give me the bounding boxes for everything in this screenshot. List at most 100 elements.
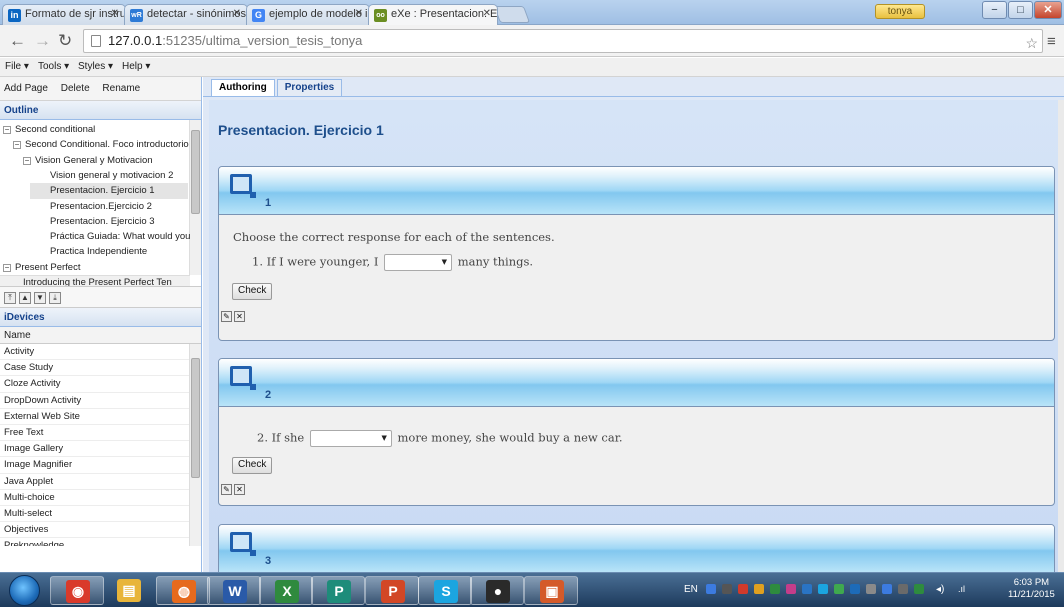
close-icon[interactable]: ✕	[355, 8, 363, 19]
volume-icon[interactable]: ◂)	[936, 584, 944, 595]
taskbar-app-explorer[interactable]: ▤	[102, 576, 156, 605]
browser-tab-3[interactable]: G ejemplo de modelo instru ✕	[246, 4, 370, 25]
tray-icon[interactable]	[770, 584, 780, 594]
check-button[interactable]: Check	[232, 283, 273, 300]
taskbar-app-powerpoint[interactable]: P	[365, 576, 419, 605]
tray-icon[interactable]	[754, 584, 764, 594]
idevice-list-item[interactable]: Image Gallery	[0, 441, 201, 458]
outline-item[interactable]: − Second Conditional. Foco introductorio	[13, 137, 189, 153]
idevice-list-item[interactable]: DropDown Activity	[0, 393, 201, 409]
idevice-list-item[interactable]: Multi-select	[0, 506, 201, 523]
user-badge[interactable]: tonya	[875, 4, 925, 19]
window-close-button[interactable]: ✕	[1034, 1, 1062, 19]
delete-icon[interactable]: ✕	[234, 484, 245, 495]
taskbar-app-skype[interactable]: S	[418, 576, 472, 605]
close-icon[interactable]: ✕	[233, 8, 241, 19]
taskbar-app-word[interactable]: W	[207, 576, 261, 605]
outline-item[interactable]: Práctica Guiada: What would you	[50, 229, 190, 245]
browser-tab-4[interactable]: oo eXe : Presentacion. Ejercic ✕	[368, 4, 498, 25]
outline-item[interactable]: Presentacion.Ejercicio 2	[50, 199, 152, 215]
outline-scrollbar[interactable]	[189, 120, 201, 275]
minimize-button[interactable]: −	[982, 1, 1007, 19]
taskbar-app-excel[interactable]: X	[259, 576, 313, 605]
browser-tab-2[interactable]: wR detectar - sinónimos y ant ✕	[124, 4, 248, 25]
move-up-icon[interactable]: ▲	[19, 292, 31, 304]
edit-icon[interactable]: ✎	[221, 311, 232, 322]
tray-icon[interactable]	[882, 584, 892, 594]
tray-icon[interactable]	[834, 584, 844, 594]
tray-icon[interactable]	[850, 584, 860, 594]
idevice-list-item[interactable]: Java Applet	[0, 474, 201, 490]
move-down-icon[interactable]: ▼	[34, 292, 46, 304]
close-icon[interactable]: ✕	[483, 8, 491, 19]
outline-item[interactable]: − Second conditional	[3, 122, 95, 138]
outline-item[interactable]: Introducing the Present Perfect Ten	[23, 275, 172, 286]
outline-item[interactable]: Presentacion. Ejercicio 3	[50, 214, 155, 230]
forward-arrow-icon[interactable]: →	[34, 31, 51, 51]
bookmark-star-icon[interactable]: ☆	[1025, 32, 1038, 54]
idevice-list-item[interactable]: External Web Site	[0, 409, 201, 425]
reload-icon[interactable]: ↻	[58, 31, 72, 51]
idevice-list-item[interactable]: Image Magnifier	[0, 457, 201, 474]
start-button[interactable]	[9, 575, 40, 606]
idevices-column-name[interactable]: Name	[0, 327, 201, 344]
tab-authoring[interactable]: Authoring	[211, 79, 275, 96]
idevice-list-item[interactable]: Cloze Activity	[0, 376, 201, 393]
menu-file[interactable]: File ▾	[5, 61, 29, 72]
close-icon[interactable]: ✕	[111, 8, 119, 19]
delete-icon[interactable]: ✕	[234, 311, 245, 322]
idevice-list-item[interactable]: Objectives	[0, 522, 201, 539]
move-top-icon[interactable]: ⤒	[4, 292, 16, 304]
outline-item[interactable]: Presentacion. Ejercicio 1	[30, 183, 188, 200]
taskbar-app-firefox[interactable]: ◍	[156, 576, 210, 605]
menu-help[interactable]: Help ▾	[122, 61, 150, 72]
tray-icon[interactable]	[786, 584, 796, 594]
back-arrow-icon[interactable]: ←	[9, 31, 26, 51]
idevice-list-item[interactable]: Multi-choice	[0, 490, 201, 506]
main-scrollbar[interactable]	[1058, 100, 1064, 572]
answer-dropdown[interactable]	[384, 254, 453, 271]
delete-button[interactable]: Delete	[61, 83, 90, 94]
tray-icon[interactable]	[866, 584, 876, 594]
outline-item[interactable]: Vision general y motivacion 2	[50, 168, 173, 184]
new-tab-button[interactable]	[493, 6, 531, 23]
edit-icon[interactable]: ✎	[221, 484, 232, 495]
taskbar-app-publisher[interactable]: P	[311, 576, 365, 605]
language-indicator[interactable]: EN	[684, 584, 698, 595]
menu-styles[interactable]: Styles ▾	[78, 61, 113, 72]
tab-properties[interactable]: Properties	[276, 79, 343, 96]
idevices-scrollbar[interactable]	[189, 344, 201, 546]
rename-button[interactable]: Rename	[102, 83, 140, 94]
taskbar-app-obs[interactable]: ●	[470, 576, 524, 605]
taskbar-app-exe[interactable]: ▣	[524, 576, 578, 605]
collapse-toggle-icon[interactable]: −	[3, 126, 11, 134]
taskbar-app-chrome[interactable]: ◉	[50, 576, 104, 605]
browser-tab-1[interactable]: in Formato de sjr instruccion ✕	[2, 4, 126, 25]
idevice-list-item[interactable]: Activity	[0, 344, 201, 361]
move-bottom-icon[interactable]: ⤓	[49, 292, 61, 304]
menu-tools[interactable]: Tools ▾	[38, 61, 69, 72]
tray-icon[interactable]	[898, 584, 908, 594]
outline-item[interactable]: − Vision General y Motivacion	[23, 153, 153, 169]
idevice-list-item[interactable]: Case Study	[0, 360, 201, 377]
tray-icon[interactable]	[914, 584, 924, 594]
onenote-tray-icon[interactable]	[706, 584, 716, 594]
check-button[interactable]: Check	[232, 457, 273, 474]
scroll-thumb[interactable]	[191, 358, 200, 478]
outline-item[interactable]: Practica Independiente	[50, 244, 147, 260]
tray-icon[interactable]	[802, 584, 812, 594]
idevice-list-item[interactable]: Free Text	[0, 425, 201, 442]
maximize-button[interactable]: □	[1008, 1, 1033, 19]
add-page-button[interactable]: Add Page	[4, 83, 48, 94]
collapse-toggle-icon[interactable]: −	[23, 156, 31, 165]
clock[interactable]: 6:03 PM 11/21/2015	[1008, 577, 1055, 601]
signal-icon[interactable]: .ıl	[958, 584, 965, 594]
idevice-list-item[interactable]: Preknowledge	[0, 538, 201, 546]
scroll-thumb[interactable]	[191, 130, 200, 214]
url-input[interactable]: 127.0.0.1:51235/ultima_version_tesis_ton…	[83, 29, 1043, 53]
collapse-toggle-icon[interactable]: −	[3, 263, 11, 272]
collapse-toggle-icon[interactable]: −	[13, 141, 21, 150]
tray-icon[interactable]	[818, 584, 828, 594]
chrome-menu-icon[interactable]: ≡	[1047, 33, 1056, 50]
answer-dropdown[interactable]	[309, 430, 392, 447]
